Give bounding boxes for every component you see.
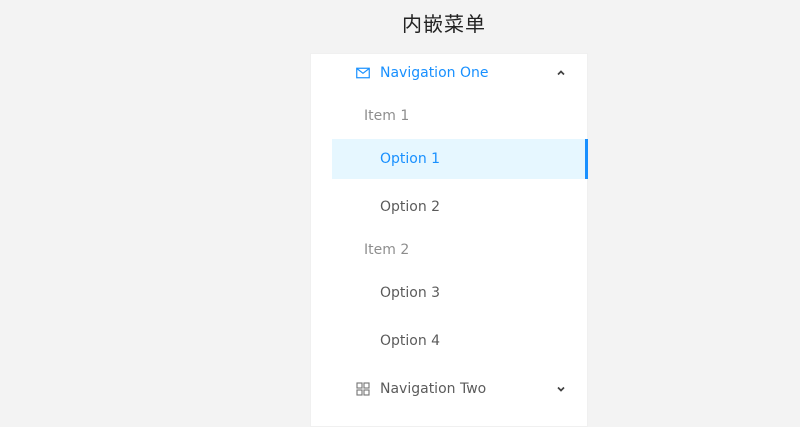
group-title-item-1: Item 1 [364,108,410,124]
mail-icon [355,65,371,81]
page-title: 内嵌菜单 [402,12,486,36]
menu-item-option-1[interactable]: Option 1 [332,139,588,179]
menu-item-label: Option 1 [380,151,441,167]
menu-item-option-2[interactable]: Option 2 [332,187,588,227]
menu-item-option-4[interactable]: Option 4 [332,321,588,361]
menu-item-label: Option 2 [380,199,441,215]
submenu-label: Navigation One [380,65,489,81]
group-title-item-2: Item 2 [364,242,410,258]
menu-item-label: Option 3 [380,285,441,301]
menu-item-option-3[interactable]: Option 3 [332,273,588,313]
chevron-down-icon [556,384,566,394]
submenu-label: Navigation Two [380,381,487,397]
inline-menu: Navigation One Item 1 Option 1 Option 2 … [310,53,588,427]
submenu-navigation-two[interactable]: Navigation Two [310,369,588,409]
appstore-icon [355,381,371,397]
submenu-navigation-one[interactable]: Navigation One [310,53,588,93]
chevron-up-icon [556,68,566,78]
menu-item-label: Option 4 [380,333,441,349]
